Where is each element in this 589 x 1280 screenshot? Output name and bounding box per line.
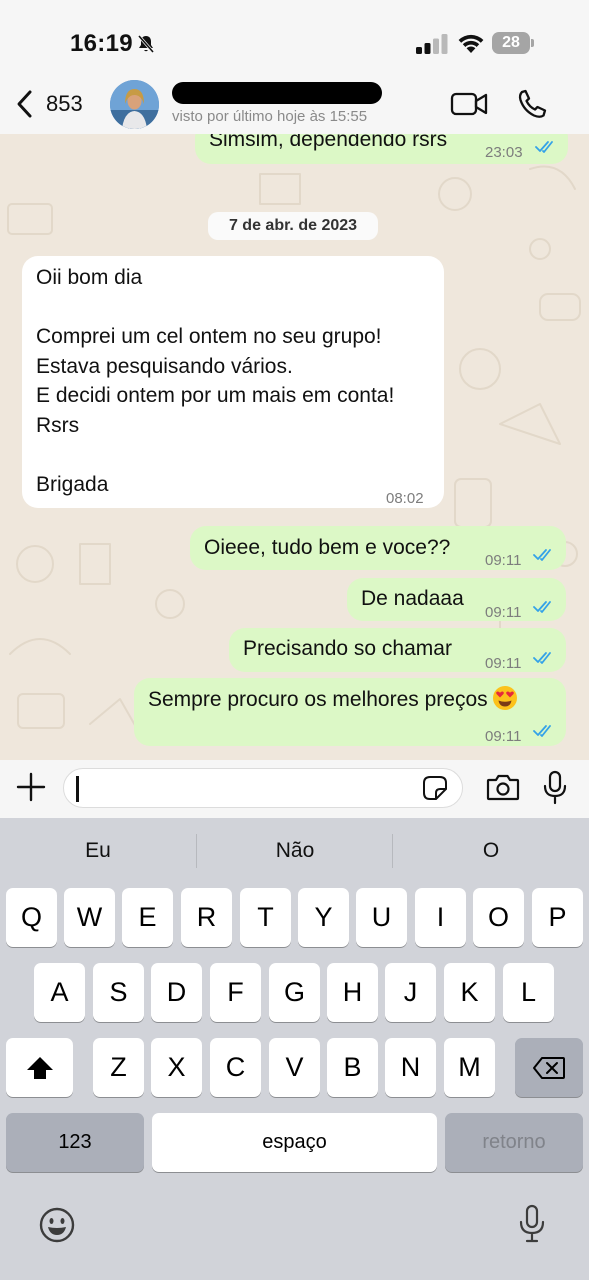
suggestion-1[interactable]: Eu [0,818,196,884]
key-i[interactable]: I [415,888,466,947]
plus-icon[interactable] [16,772,46,802]
message-input[interactable] [63,768,463,808]
status-time: 16:19 [70,30,133,57]
message-line: Comprei um cel ontem no seu grupo! [36,325,382,348]
key-s[interactable]: S [93,963,144,1022]
double-check-icon [533,725,551,737]
message-line: Rsrs [36,413,80,437]
last-seen: visto por último hoje às 15:55 [172,108,368,125]
date-separator: 7 de abr. de 2023 [208,212,378,240]
key-t[interactable]: T [240,888,291,947]
key-h[interactable]: H [327,963,378,1022]
wifi-icon [458,34,484,53]
shift-icon [26,1056,53,1079]
double-check-icon [533,549,551,561]
message-composer [0,760,589,818]
video-call-icon[interactable] [450,90,488,118]
message-bubble-outgoing[interactable]: Precisando so chamar 09:11 [229,628,566,672]
key-b[interactable]: B [327,1038,378,1097]
contact-name-redacted[interactable] [172,82,382,104]
message-text: Sempre procuro os melhores preços [148,685,518,715]
status-bar: 16:19 28 [0,0,589,80]
message-text: Precisando so chamar [243,637,452,660]
suggestion-3[interactable]: O [393,818,589,884]
unread-count: 853 [46,91,83,116]
message-time: 09:11 [485,728,522,745]
message-time: 23:03 [485,144,523,161]
key-g[interactable]: G [269,963,320,1022]
backspace-key[interactable] [515,1038,583,1097]
key-f[interactable]: F [210,963,261,1022]
key-k[interactable]: K [444,963,495,1022]
text-caret [76,776,79,802]
key-v[interactable]: V [269,1038,320,1097]
camera-icon[interactable] [486,772,520,802]
message-bubble-outgoing[interactable]: De nadaaa 09:11 [347,578,566,621]
key-a[interactable]: A [34,963,85,1022]
double-check-icon [533,601,551,613]
message-line [36,440,394,470]
key-e[interactable]: E [122,888,173,947]
signal-icon [416,34,448,54]
suggestion-2[interactable]: Não [197,818,393,884]
contact-avatar[interactable] [110,80,159,129]
back-chevron-icon [17,90,32,118]
numbers-key[interactable]: 123 [6,1113,144,1172]
key-l[interactable]: L [503,963,554,1022]
shift-key[interactable] [6,1038,73,1097]
key-c[interactable]: C [210,1038,261,1097]
key-d[interactable]: D [151,963,202,1022]
message-bubble-incoming[interactable]: Oii bom dia Comprei um cel ontem no seu … [22,256,444,508]
key-j[interactable]: J [385,963,436,1022]
key-r[interactable]: R [181,888,232,947]
key-x[interactable]: X [151,1038,202,1097]
message-time: 09:11 [485,552,522,569]
emoji-icon[interactable] [38,1206,76,1244]
chat-header: 853 visto por último hoje às 15:55 [0,76,589,134]
message-line: Estava pesquisando vários. [36,354,293,378]
message-text: Simsim, dependendo rsrs [209,134,448,151]
key-u[interactable]: U [356,888,407,947]
chat-area[interactable]: Simsim, dependendo rsrs 23:03 7 de abr. … [0,134,589,760]
message-text-content: Sempre procuro os melhores preços [148,688,488,711]
keyboard: Eu Não O Q W E R T Y U I O P A S D F G H… [0,818,589,1280]
backspace-icon [533,1056,565,1079]
key-m[interactable]: M [444,1038,495,1097]
double-check-icon [533,652,551,664]
return-key[interactable]: retorno [445,1113,583,1172]
battery-icon: 28 [492,32,534,54]
message-bubble-outgoing[interactable]: Simsim, dependendo rsrs 23:03 [195,134,568,164]
key-n[interactable]: N [385,1038,436,1097]
sticker-icon[interactable] [422,775,448,801]
battery-level: 28 [502,34,520,51]
message-line: Oii bom dia [36,266,143,289]
message-line [36,293,394,323]
message-time: 09:11 [485,604,522,621]
message-line: E decidi ontem por um mais em conta! [36,384,395,407]
message-line: Brigada [36,472,109,496]
double-check-icon [535,141,553,153]
key-z[interactable]: Z [93,1038,144,1097]
heart-eyes-emoji [492,686,517,710]
message-text: De nadaaa [361,587,464,610]
dictation-icon[interactable] [518,1204,546,1244]
message-bubble-outgoing[interactable]: Sempre procuro os melhores preços 09:11 [134,678,566,746]
key-p[interactable]: P [532,888,583,947]
space-key[interactable]: espaço [152,1113,437,1172]
microphone-icon[interactable] [542,770,568,806]
key-y[interactable]: Y [298,888,349,947]
bell-slash-icon [137,35,155,53]
message-time: 08:02 [386,490,424,507]
key-q[interactable]: Q [6,888,57,947]
message-time: 09:11 [485,655,522,672]
phone-icon[interactable] [516,88,548,120]
key-o[interactable]: O [473,888,524,947]
key-w[interactable]: W [64,888,115,947]
back-button[interactable]: 853 [14,86,83,122]
message-text: Oieee, tudo bem e voce?? [204,536,451,559]
message-bubble-outgoing[interactable]: Oieee, tudo bem e voce?? 09:11 [190,526,566,570]
